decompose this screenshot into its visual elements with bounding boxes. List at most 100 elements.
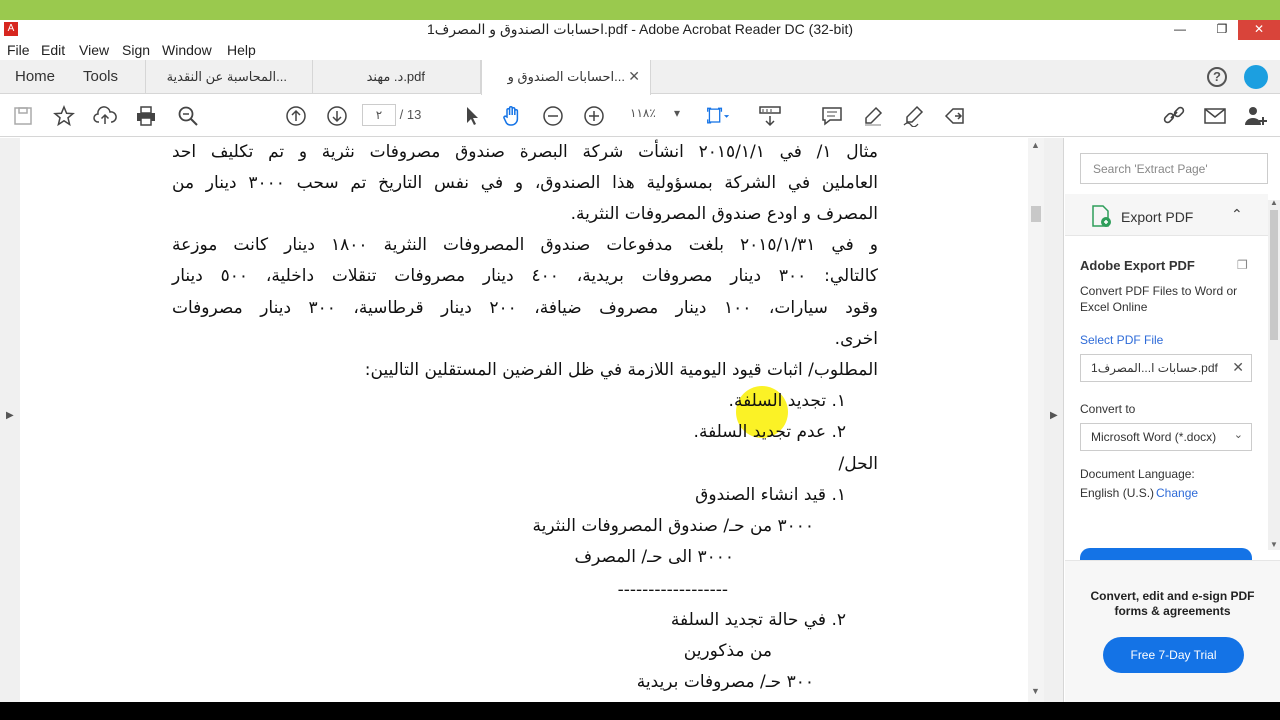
- tab-document-active[interactable]: احسابات الصندوق و... ✕: [481, 60, 651, 95]
- menu-view[interactable]: View: [79, 42, 109, 58]
- email-icon[interactable]: [1203, 104, 1227, 128]
- doc-line: ٣٠٠٠ من حـ/ صندوق المصروفات النثرية: [532, 516, 814, 536]
- convert-to-dropdown[interactable]: Microsoft Word (*.docx) ⌄: [1080, 423, 1252, 451]
- close-tab-icon[interactable]: ✕: [628, 68, 640, 85]
- restore-button[interactable]: ❐: [1208, 20, 1236, 40]
- add-user-icon[interactable]: [1244, 104, 1268, 128]
- window-title: احسابات الصندوق و المصرف1.pdf - Adobe Ac…: [426, 21, 854, 37]
- help-icon[interactable]: ?: [1207, 67, 1227, 87]
- menu-help[interactable]: Help: [227, 42, 256, 58]
- copy-icon[interactable]: ❐: [1237, 258, 1248, 272]
- close-window-button[interactable]: ✕: [1238, 20, 1280, 40]
- doc-line: المطلوب/ اثبات قيود اليومية اللازمة في ظ…: [364, 360, 878, 380]
- bookmark-star-icon[interactable]: [52, 104, 76, 128]
- comment-icon[interactable]: [820, 104, 844, 128]
- fit-page-icon[interactable]: [706, 104, 730, 128]
- tab-label: احسابات الصندوق و...: [507, 69, 625, 84]
- chevron-up-icon: ⌃: [1231, 206, 1243, 222]
- doc-line: من مذكورين: [683, 641, 772, 661]
- page-separator: /: [399, 107, 404, 122]
- select-pdf-label: Select PDF File: [1080, 333, 1164, 347]
- menu-file[interactable]: File: [7, 42, 30, 58]
- menu-sign[interactable]: Sign: [122, 42, 150, 58]
- expand-left-icon: ▶: [6, 410, 14, 421]
- promo-text: Convert, edit and e-sign PDF forms & agr…: [1090, 589, 1255, 618]
- doc-line: كالتالي: ٣٠٠ دينار مصروفات بريدية، ٤٠٠ د…: [172, 266, 878, 286]
- doc-line: ٢. في حالة تجديد السلفة: [670, 610, 846, 630]
- minimize-button[interactable]: —: [1166, 20, 1194, 40]
- scroll-up-icon[interactable]: ▲: [1270, 198, 1278, 207]
- next-page-icon[interactable]: [325, 104, 349, 128]
- tab-document-1[interactable]: المحاسبة عن النقدية...: [145, 60, 313, 94]
- collapse-right-icon: ▶: [1050, 410, 1058, 421]
- scroll-mode-icon[interactable]: [758, 104, 782, 128]
- menu-bar: File Edit View Sign Window Help: [0, 40, 1280, 60]
- convert-button[interactable]: [1080, 548, 1252, 560]
- doc-line: المصرف و اودع صندوق المصروفات النثرية.: [570, 204, 878, 224]
- total-pages: 13: [406, 107, 422, 122]
- title-bar: A احسابات الصندوق و المصرف1.pdf - Adobe …: [0, 0, 1280, 40]
- change-language-link[interactable]: Change: [1156, 486, 1198, 500]
- selected-file-field[interactable]: حسابات ا...المصرف1.pdf ✕: [1080, 354, 1252, 382]
- left-panel-toggle[interactable]: ▶: [0, 138, 20, 702]
- zoom-search-icon[interactable]: [176, 104, 200, 128]
- doc-line: وقود سيارات، ١٠٠ دينار مصروف ضيافة، ٢٠٠ …: [172, 298, 878, 318]
- home-nav[interactable]: Home: [15, 68, 55, 85]
- search-tools-input[interactable]: Search 'Extract Page': [1080, 153, 1268, 184]
- zoom-level-value: ١١٨٪: [630, 106, 656, 120]
- doc-line: ٣٠٠ حـ/ مصروفات بريدية: [636, 672, 814, 692]
- sign-pen-icon[interactable]: [902, 104, 926, 128]
- hand-tool-icon[interactable]: [500, 104, 524, 128]
- menu-window[interactable]: Window: [162, 42, 212, 58]
- current-page-input[interactable]: ٢: [362, 104, 396, 126]
- tools-pane-scrollbar[interactable]: ▲ ▼: [1268, 198, 1280, 550]
- export-pdf-label: Export PDF: [1121, 209, 1194, 225]
- doc-line: ١. تجديد السلفة.: [728, 391, 846, 411]
- doc-line: ١. قيد انشاء الصندوق: [695, 485, 846, 505]
- doc-line: و في ٢٠١٥/١/٣١ بلغت مدفوعات صندوق المصرو…: [172, 235, 878, 255]
- document-scrollbar[interactable]: ▲ ▼: [1028, 138, 1044, 702]
- scrollbar-thumb[interactable]: [1031, 206, 1041, 222]
- selected-file-name: حسابات ا...المصرف1.pdf: [1091, 361, 1218, 375]
- tab-label: المحاسبة عن النقدية...: [166, 69, 287, 84]
- tools-nav[interactable]: Tools: [83, 68, 118, 85]
- page-navigator: ٢ / 13: [362, 104, 421, 126]
- promo-section: Convert, edit and e-sign PDF forms & agr…: [1065, 560, 1280, 702]
- highlight-pen-icon[interactable]: [861, 104, 885, 128]
- doc-line: ------------------: [617, 580, 728, 600]
- menu-edit[interactable]: Edit: [41, 42, 65, 58]
- document-view[interactable]: مثال ١/ في ٢٠١٥/١/١ انشأت شركة البصرة صن…: [20, 138, 1028, 702]
- scroll-down-icon[interactable]: ▼: [1270, 540, 1278, 549]
- doc-line: ٣٠٠٠ الى حـ/ المصرف: [574, 547, 734, 567]
- doc-line: اخرى.: [834, 329, 878, 349]
- user-account-icon[interactable]: [1244, 65, 1268, 89]
- main-toolbar: ٢ / 13 ١١٨٪ ▾: [0, 95, 1280, 137]
- previous-page-icon[interactable]: [284, 104, 308, 128]
- document-language-label: Document Language:: [1080, 467, 1195, 481]
- export-pdf-icon: [1091, 204, 1113, 233]
- cloud-upload-icon[interactable]: [93, 104, 117, 128]
- convert-to-label: Convert to: [1080, 402, 1136, 416]
- doc-line: ٢. عدم تجديد السلفة.: [693, 422, 846, 442]
- right-panel-toggle[interactable]: ▶: [1044, 138, 1064, 702]
- bottom-edge: [0, 702, 1280, 720]
- save-icon[interactable]: [11, 104, 35, 128]
- scroll-down-icon[interactable]: ▼: [1031, 686, 1040, 696]
- doc-line: الحل/: [838, 454, 878, 474]
- print-icon[interactable]: [134, 104, 158, 128]
- export-pdf-header[interactable]: Export PDF ⌃: [1065, 194, 1268, 236]
- scroll-up-icon[interactable]: ▲: [1031, 140, 1040, 150]
- share-link-icon[interactable]: [1162, 104, 1186, 128]
- title-bar-accent: [0, 0, 1280, 20]
- free-trial-button[interactable]: Free 7-Day Trial: [1103, 637, 1244, 673]
- zoom-out-icon[interactable]: [541, 104, 565, 128]
- remove-file-icon[interactable]: ✕: [1232, 359, 1244, 376]
- tab-document-2[interactable]: د. مهند.pdf: [313, 60, 481, 94]
- select-cursor-icon[interactable]: [460, 104, 484, 128]
- chevron-down-icon: ▾: [674, 106, 681, 120]
- chevron-down-icon: ⌄: [1233, 429, 1243, 441]
- scrollbar-thumb[interactable]: [1270, 210, 1278, 340]
- zoom-level-dropdown[interactable]: ١١٨٪ ▾: [630, 106, 690, 120]
- send-sign-icon[interactable]: [943, 104, 967, 128]
- zoom-in-icon[interactable]: [582, 104, 606, 128]
